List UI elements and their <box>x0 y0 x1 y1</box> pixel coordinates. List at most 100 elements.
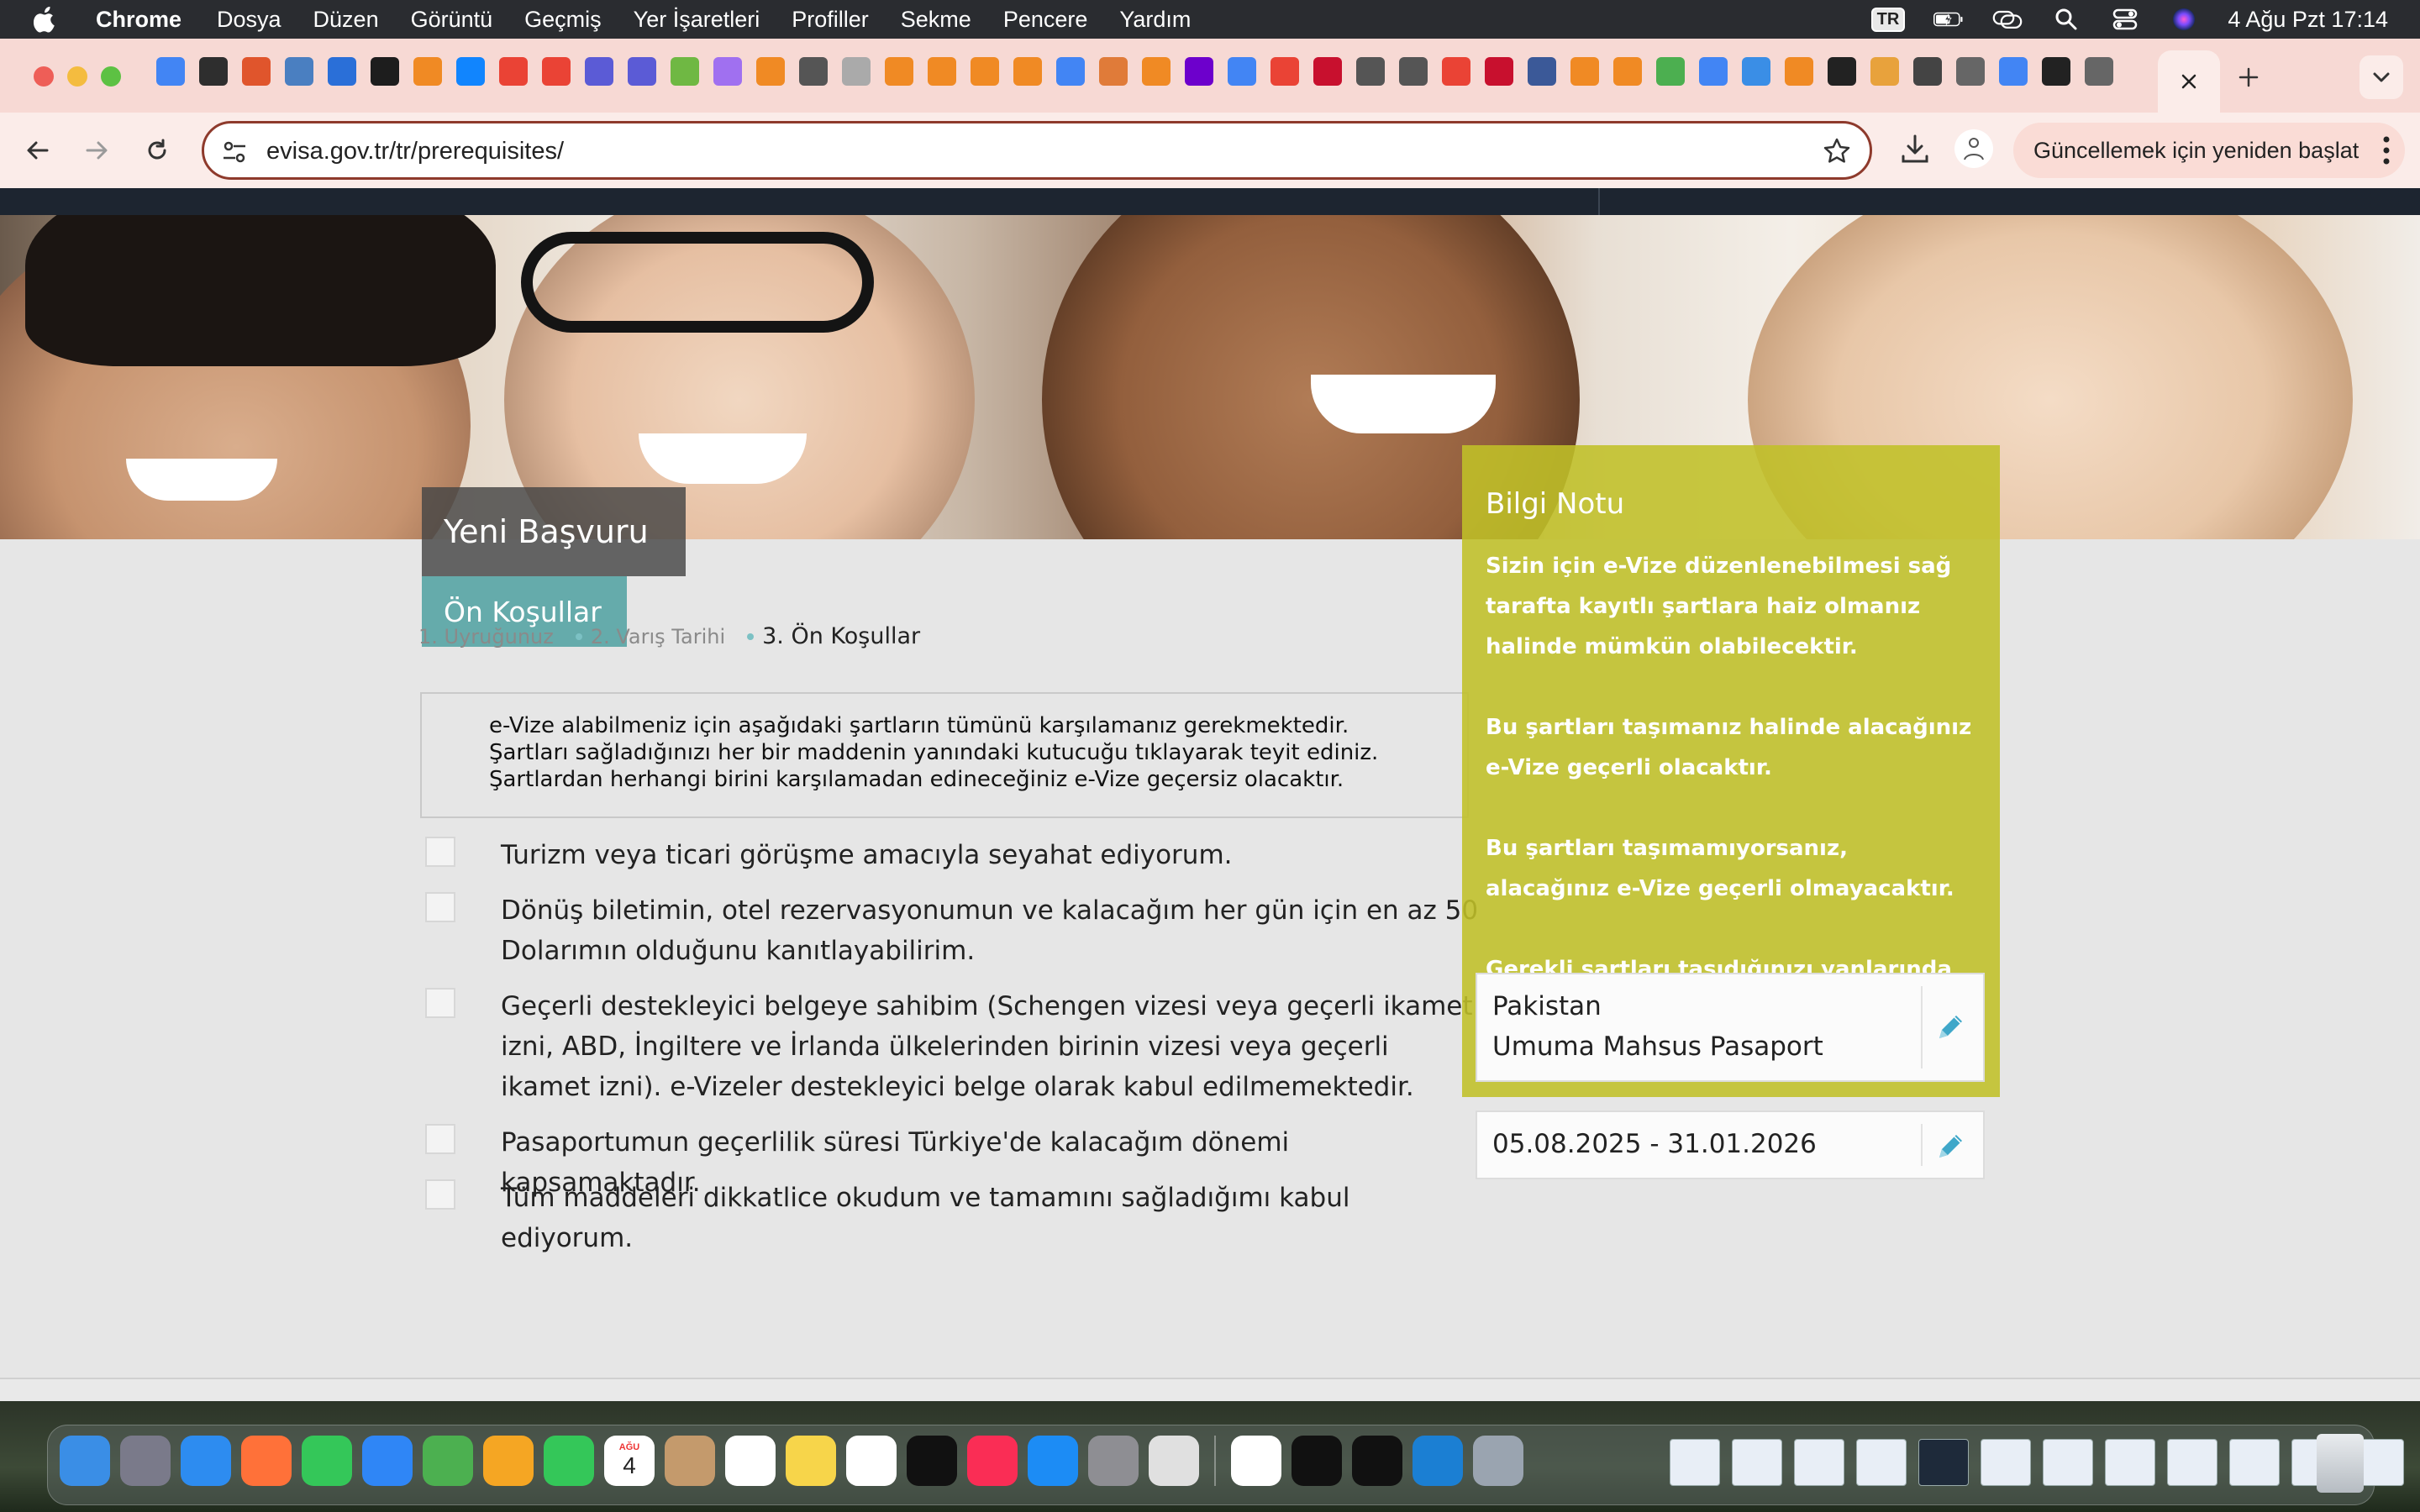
condition-checkbox-tourism[interactable] <box>425 837 455 867</box>
condition-label[interactable]: Turizm veya ticari görüşme amacıyla seya… <box>501 835 1484 875</box>
app-icon[interactable] <box>1785 57 1813 86</box>
app-icon[interactable] <box>1013 57 1042 86</box>
openai-icon[interactable] <box>1828 57 1856 86</box>
screen-mirroring-icon[interactable] <box>1992 7 2023 32</box>
globe-icon[interactable] <box>2085 57 2113 86</box>
tab-search-button[interactable] <box>2360 55 2403 99</box>
globe-icon[interactable] <box>1956 57 1985 86</box>
bookmark-star-icon[interactable] <box>1823 137 1851 165</box>
s-app-icon[interactable] <box>628 57 656 86</box>
url-text[interactable]: evisa.gov.tr/tr/prerequisites/ <box>266 138 564 165</box>
extension-avatar-icon[interactable] <box>1954 129 1993 168</box>
condition-label[interactable]: Geçerli destekleyici belgeye sahibim (Sc… <box>501 986 1484 1107</box>
google-ads-icon[interactable] <box>1228 57 1256 86</box>
gmail-icon[interactable] <box>542 57 571 86</box>
menu-clock[interactable]: 4 Ağu Pzt 17:14 <box>2228 7 2388 33</box>
siri-icon[interactable] <box>2169 7 2199 32</box>
menu-view[interactable]: Görüntü <box>411 7 493 33</box>
app-icon[interactable] <box>1613 57 1642 86</box>
minimize-window-button[interactable] <box>67 66 87 87</box>
gmail-icon[interactable] <box>1442 57 1470 86</box>
active-tab[interactable] <box>2158 50 2220 113</box>
step-nationality[interactable]: 1. Uyruğunuz <box>418 625 554 648</box>
condition-checkbox-passport-validity[interactable] <box>425 1124 455 1154</box>
bluesky-icon[interactable] <box>456 57 485 86</box>
facetime-icon[interactable] <box>544 1436 594 1486</box>
mail-icon[interactable] <box>1870 57 1899 86</box>
menu-profiles[interactable]: Profiller <box>792 7 869 33</box>
zoom-window-button[interactable] <box>101 66 121 87</box>
trash-icon[interactable] <box>2317 1434 2364 1493</box>
contacts-icon[interactable] <box>665 1436 715 1486</box>
calendar-icon[interactable]: AĞU 4 <box>604 1436 655 1486</box>
mountain-icon[interactable] <box>328 57 356 86</box>
minimized-window-thumbnail[interactable] <box>1670 1439 1720 1486</box>
minimized-window-thumbnail[interactable] <box>2105 1439 2155 1486</box>
update-restart-button[interactable]: Güncellemek için yeniden başlat <box>2013 123 2405 178</box>
shield-icon[interactable] <box>285 57 313 86</box>
condition-checkbox-accept-all[interactable] <box>425 1179 455 1210</box>
step-arrival-date[interactable]: 2. Varış Tarihi <box>591 625 725 648</box>
gmail-icon[interactable] <box>499 57 528 86</box>
appletv-icon[interactable] <box>907 1436 957 1486</box>
app-icon[interactable] <box>1570 57 1599 86</box>
cube-icon[interactable] <box>1352 1436 1402 1486</box>
condition-label[interactable]: Dönüş biletimin, otel rezervasyonumun ve… <box>501 890 1484 971</box>
app-icon[interactable] <box>1142 57 1171 86</box>
edit-nationality-pencil-icon[interactable] <box>1933 1010 1968 1045</box>
globe-icon[interactable] <box>1399 57 1428 86</box>
minimized-window-thumbnail[interactable] <box>1856 1439 1907 1486</box>
jira-icon[interactable] <box>671 57 699 86</box>
minimized-window-thumbnail[interactable] <box>1732 1439 1782 1486</box>
gradient-icon[interactable] <box>713 57 742 86</box>
input-source-badge[interactable]: TR <box>1870 7 1906 32</box>
control-center-icon[interactable] <box>2110 7 2140 32</box>
minimized-window-thumbnail[interactable] <box>1918 1439 1969 1486</box>
firefox-icon[interactable] <box>241 1436 292 1486</box>
minimized-window-thumbnail[interactable] <box>2043 1439 2093 1486</box>
check-icon[interactable] <box>1099 57 1128 86</box>
globe-icon[interactable] <box>1356 57 1385 86</box>
make-icon[interactable] <box>1185 57 1213 86</box>
zapier-icon[interactable] <box>371 57 399 86</box>
menu-app-name[interactable]: Chrome <box>96 7 182 33</box>
back-button[interactable] <box>18 131 57 170</box>
app-icon[interactable] <box>971 57 999 86</box>
menu-history[interactable]: Geçmiş <box>524 7 602 33</box>
system-settings-icon[interactable] <box>1088 1436 1139 1486</box>
edit-dates-pencil-icon[interactable] <box>1933 1129 1968 1164</box>
battery-icon[interactable] <box>1933 7 1964 32</box>
app-icon[interactable] <box>885 57 913 86</box>
messages-icon[interactable] <box>302 1436 352 1486</box>
github-icon[interactable] <box>799 57 828 86</box>
site-settings-icon[interactable] <box>221 139 248 165</box>
app-red-icon[interactable] <box>1485 57 1513 86</box>
app-icon[interactable] <box>756 57 785 86</box>
music-icon[interactable] <box>967 1436 1018 1486</box>
google-ads-icon[interactable] <box>156 57 185 86</box>
mail-icon[interactable] <box>362 1436 413 1486</box>
pages-icon[interactable] <box>242 57 271 86</box>
menu-file[interactable]: Dosya <box>217 7 281 33</box>
menu-window[interactable]: Pencere <box>1003 7 1088 33</box>
google-ads-icon[interactable] <box>1699 57 1728 86</box>
app-icon[interactable] <box>413 57 442 86</box>
appstore-icon[interactable] <box>1028 1436 1078 1486</box>
finder-icon[interactable] <box>60 1436 110 1486</box>
more-options-icon[interactable] <box>2381 134 2391 166</box>
download-icon[interactable] <box>1897 131 1933 166</box>
vscode-icon[interactable] <box>1413 1436 1463 1486</box>
google-icon[interactable] <box>1056 57 1085 86</box>
freeform-icon[interactable] <box>846 1436 897 1486</box>
condition-checkbox-funds[interactable] <box>425 892 455 922</box>
s-app-icon[interactable] <box>585 57 613 86</box>
condition-checkbox-supporting-document[interactable] <box>425 988 455 1018</box>
terminal-icon[interactable] <box>1292 1436 1342 1486</box>
apple-menu-icon[interactable] <box>34 5 57 34</box>
reddit-icon[interactable] <box>842 57 871 86</box>
menu-help[interactable]: Yardım <box>1119 7 1191 33</box>
chrome-icon[interactable] <box>1231 1436 1281 1486</box>
minimized-window-thumbnail[interactable] <box>1794 1439 1844 1486</box>
stop-icon[interactable] <box>1313 57 1342 86</box>
iphone-mirroring-icon[interactable] <box>1149 1436 1199 1486</box>
